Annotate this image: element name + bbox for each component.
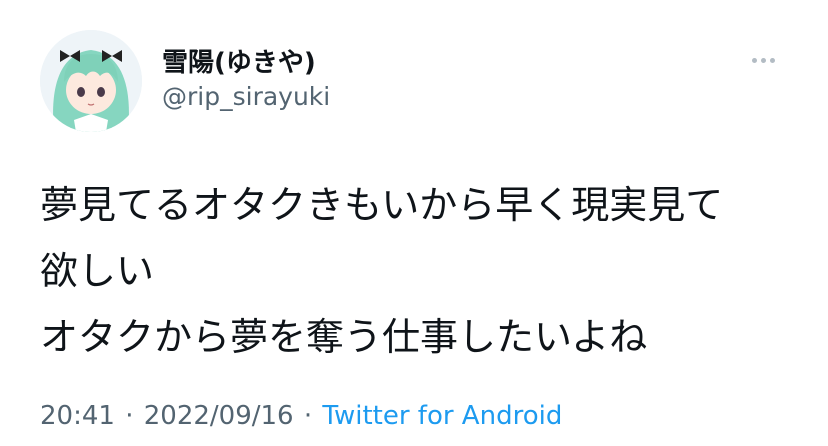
avatar[interactable] bbox=[40, 30, 142, 132]
tweet-card: 雪陽(ゆきや) @rip_sirayuki 夢見てるオタクきもいから早く現実見て… bbox=[0, 0, 828, 446]
tweet-meta: 20:41 · 2022/09/16 · Twitter for Android bbox=[40, 401, 562, 431]
meta-separator: · bbox=[303, 401, 313, 431]
meta-separator: · bbox=[125, 401, 134, 431]
tweet-source-link[interactable]: Twitter for Android bbox=[322, 401, 562, 431]
tweet-text: 夢見てるオタクきもいから早く現実見て 欲しい オタクから夢を奪う仕事したいよね bbox=[40, 172, 800, 370]
display-name[interactable]: 雪陽(ゆきや) bbox=[162, 42, 316, 79]
tweet-line: 欲しい bbox=[40, 249, 155, 293]
tweet-time[interactable]: 20:41 bbox=[40, 401, 115, 431]
tweet-line: オタクから夢を奪う仕事したいよね bbox=[40, 315, 648, 359]
more-options-icon[interactable] bbox=[752, 48, 782, 64]
user-handle[interactable]: @rip_sirayuki bbox=[162, 82, 330, 111]
tweet-date[interactable]: 2022/09/16 bbox=[144, 401, 294, 431]
tweet-line: 夢見てるオタクきもいから早く現実見て bbox=[40, 183, 724, 227]
anime-girl-avatar-icon bbox=[40, 30, 142, 132]
